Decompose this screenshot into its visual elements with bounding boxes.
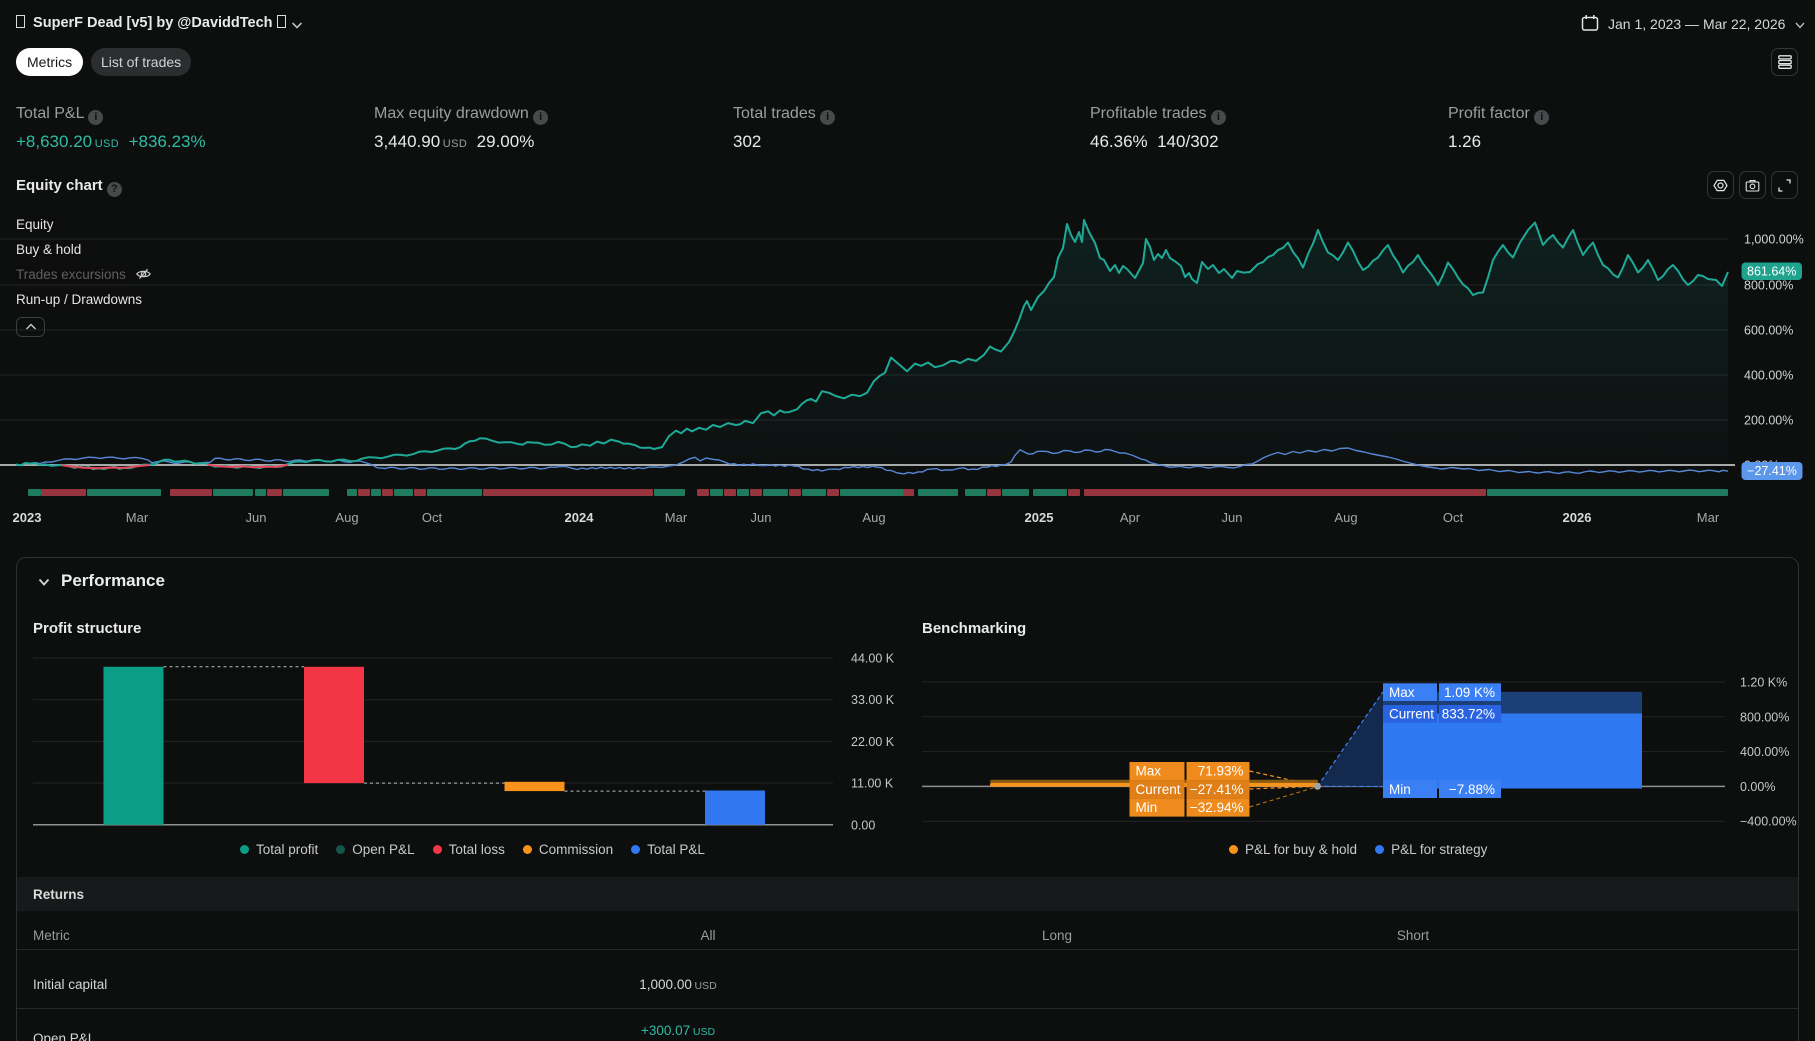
svg-text:0.00%: 0.00% <box>1740 780 1775 794</box>
svg-text:Aug: Aug <box>1334 510 1357 525</box>
svg-text:Current: Current <box>1389 706 1434 721</box>
svg-text:2026: 2026 <box>1563 510 1592 525</box>
svg-text:200.00%: 200.00% <box>1744 414 1793 428</box>
svg-text:Jun: Jun <box>246 510 267 525</box>
svg-text:800.00%: 800.00% <box>1744 279 1793 293</box>
svg-text:−7.88%: −7.88% <box>1449 782 1495 797</box>
svg-text:Jun: Jun <box>751 510 772 525</box>
svg-text:44.00 K: 44.00 K <box>851 652 895 666</box>
svg-text:861.64%: 861.64% <box>1747 265 1796 279</box>
svg-text:2024: 2024 <box>565 510 595 525</box>
svg-text:Aug: Aug <box>862 510 885 525</box>
svg-text:Max: Max <box>1136 764 1162 779</box>
svg-text:Mar: Mar <box>665 510 688 525</box>
svg-text:0.00: 0.00 <box>851 818 875 832</box>
svg-text:2023: 2023 <box>13 510 42 525</box>
svg-text:Mar: Mar <box>1697 510 1720 525</box>
svg-text:−27.41%: −27.41% <box>1190 782 1244 797</box>
svg-text:33.00 K: 33.00 K <box>851 693 895 707</box>
svg-text:−27.41%: −27.41% <box>1747 464 1797 478</box>
svg-text:−32.94%: −32.94% <box>1190 800 1244 815</box>
svg-text:Min: Min <box>1389 782 1411 797</box>
svg-text:833.72%: 833.72% <box>1442 706 1495 721</box>
svg-text:Max: Max <box>1389 685 1415 700</box>
svg-text:400.00%: 400.00% <box>1744 369 1793 383</box>
svg-text:Oct: Oct <box>1443 510 1464 525</box>
svg-text:600.00%: 600.00% <box>1744 324 1793 338</box>
svg-text:1.09 K%: 1.09 K% <box>1444 685 1495 700</box>
svg-text:1.20 K%: 1.20 K% <box>1740 676 1787 690</box>
svg-text:71.93%: 71.93% <box>1198 764 1244 779</box>
svg-text:800.00%: 800.00% <box>1740 710 1789 724</box>
svg-text:Oct: Oct <box>422 510 443 525</box>
svg-text:−400.00%: −400.00% <box>1740 815 1797 829</box>
svg-text:Min: Min <box>1136 800 1158 815</box>
svg-text:Mar: Mar <box>126 510 149 525</box>
svg-text:2025: 2025 <box>1025 510 1054 525</box>
svg-text:Current: Current <box>1136 782 1181 797</box>
svg-text:400.00%: 400.00% <box>1740 745 1789 759</box>
svg-text:11.00 K: 11.00 K <box>851 777 894 791</box>
svg-text:22.00 K: 22.00 K <box>851 735 895 749</box>
svg-text:1,000.00%: 1,000.00% <box>1744 233 1804 247</box>
svg-text:Apr: Apr <box>1120 510 1141 525</box>
svg-text:Aug: Aug <box>335 510 358 525</box>
svg-text:Jun: Jun <box>1222 510 1243 525</box>
